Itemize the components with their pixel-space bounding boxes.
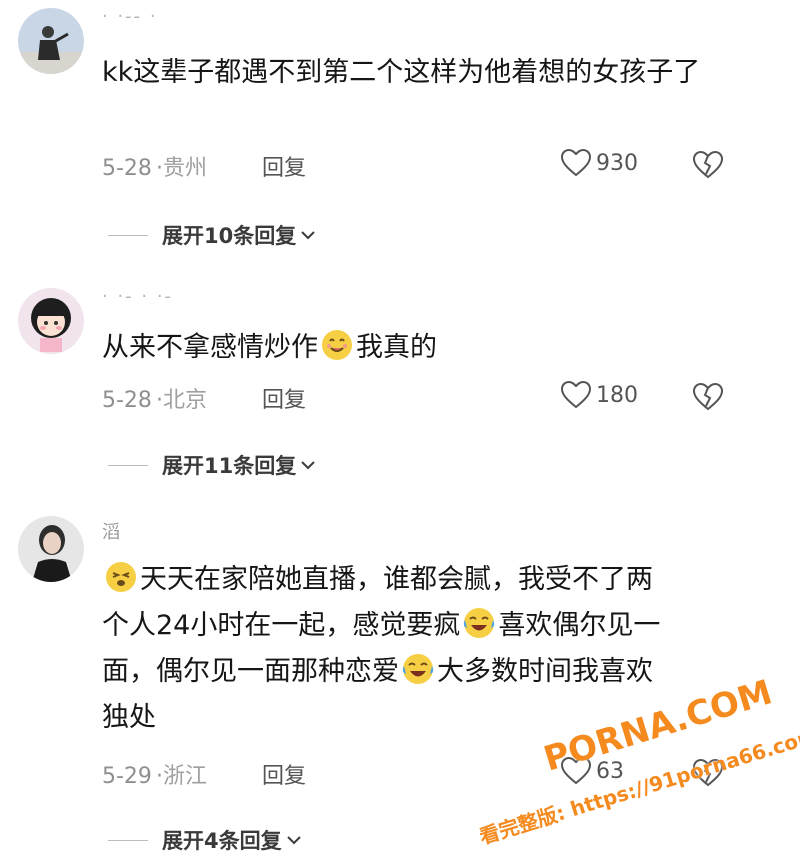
comment-text: kk这辈子都遇不到第二个这样为他着想的女孩子了 — [102, 57, 701, 88]
avatar[interactable] — [18, 516, 84, 582]
tired-face-icon — [106, 562, 136, 592]
comment-text-line: 个人24小时在一起，感觉要疯 — [102, 610, 461, 641]
avatar[interactable] — [18, 288, 84, 354]
comment-text-line: 喜欢偶尔见一 — [498, 610, 661, 641]
comment-meta: 5-28 ·北京 — [102, 388, 207, 413]
expand-replies-label: 展开11条回复 — [162, 454, 297, 478]
avatar-image-icon — [18, 8, 84, 74]
reply-button[interactable]: 回复 — [262, 382, 306, 414]
comment-location: 浙江 — [162, 764, 207, 789]
reply-button[interactable]: 回复 — [262, 150, 306, 182]
expand-replies-label: 展开4条回复 — [162, 829, 282, 853]
comment-text-line: 面，偶尔见一面那种恋爱 — [102, 656, 399, 687]
like-count: 180 — [596, 382, 638, 408]
comment-meta: 5-28 ·贵州 — [102, 156, 207, 181]
avatar-image-icon — [18, 516, 84, 582]
comment-text-line: 大多数时间我喜欢 — [437, 656, 653, 687]
heart-icon — [560, 380, 592, 409]
comment-date: 5-29 — [102, 764, 152, 789]
like-button[interactable]: 930 — [560, 148, 638, 178]
expand-replies-label: 展开10条回复 — [162, 224, 297, 248]
username[interactable]: · ·- · ·- — [102, 286, 173, 307]
comment-text-part: 从来不拿感情炒作 — [102, 332, 318, 363]
dislike-button[interactable] — [692, 382, 724, 416]
heart-icon — [560, 148, 592, 177]
broken-heart-icon — [692, 382, 724, 411]
chevron-down-icon — [301, 231, 315, 240]
like-button[interactable]: 180 — [560, 380, 638, 410]
comment-text-line: 天天在家陪她直播，谁都会腻，我受不了两 — [140, 564, 653, 595]
expand-replies-button[interactable]: 展开11条回复 — [108, 450, 316, 480]
chevron-down-icon — [301, 461, 315, 470]
laughing-crying-icon — [402, 654, 434, 684]
broken-heart-icon — [692, 150, 724, 179]
yum-face-icon — [322, 330, 352, 360]
divider — [108, 839, 148, 841]
expand-replies-button[interactable]: 展开10条回复 — [108, 220, 316, 250]
divider — [108, 464, 148, 466]
comment-text-line: 独处 — [102, 702, 156, 733]
reply-button[interactable]: 回复 — [262, 758, 306, 790]
laughing-crying-icon — [464, 608, 495, 638]
dislike-button[interactable] — [692, 150, 724, 184]
comment-date: 5-28 — [102, 388, 152, 413]
username[interactable]: 滔 — [102, 518, 122, 544]
comment-location: 贵州 — [162, 156, 207, 181]
comment-text-part: 我真的 — [356, 332, 437, 363]
chevron-down-icon — [286, 836, 301, 845]
comment-text: 从来不拿感情炒作 我真的 — [102, 325, 702, 371]
like-count: 930 — [596, 150, 638, 176]
username[interactable]: · ·-- · — [102, 6, 158, 27]
comment-location: 北京 — [162, 388, 207, 413]
comment-date: 5-28 — [102, 156, 152, 181]
expand-replies-button[interactable]: 展开4条回复 — [108, 825, 302, 855]
comment-meta: 5-29 ·浙江 — [102, 764, 207, 789]
divider — [108, 234, 148, 236]
avatar-image-icon — [18, 288, 84, 354]
avatar[interactable] — [18, 8, 84, 74]
